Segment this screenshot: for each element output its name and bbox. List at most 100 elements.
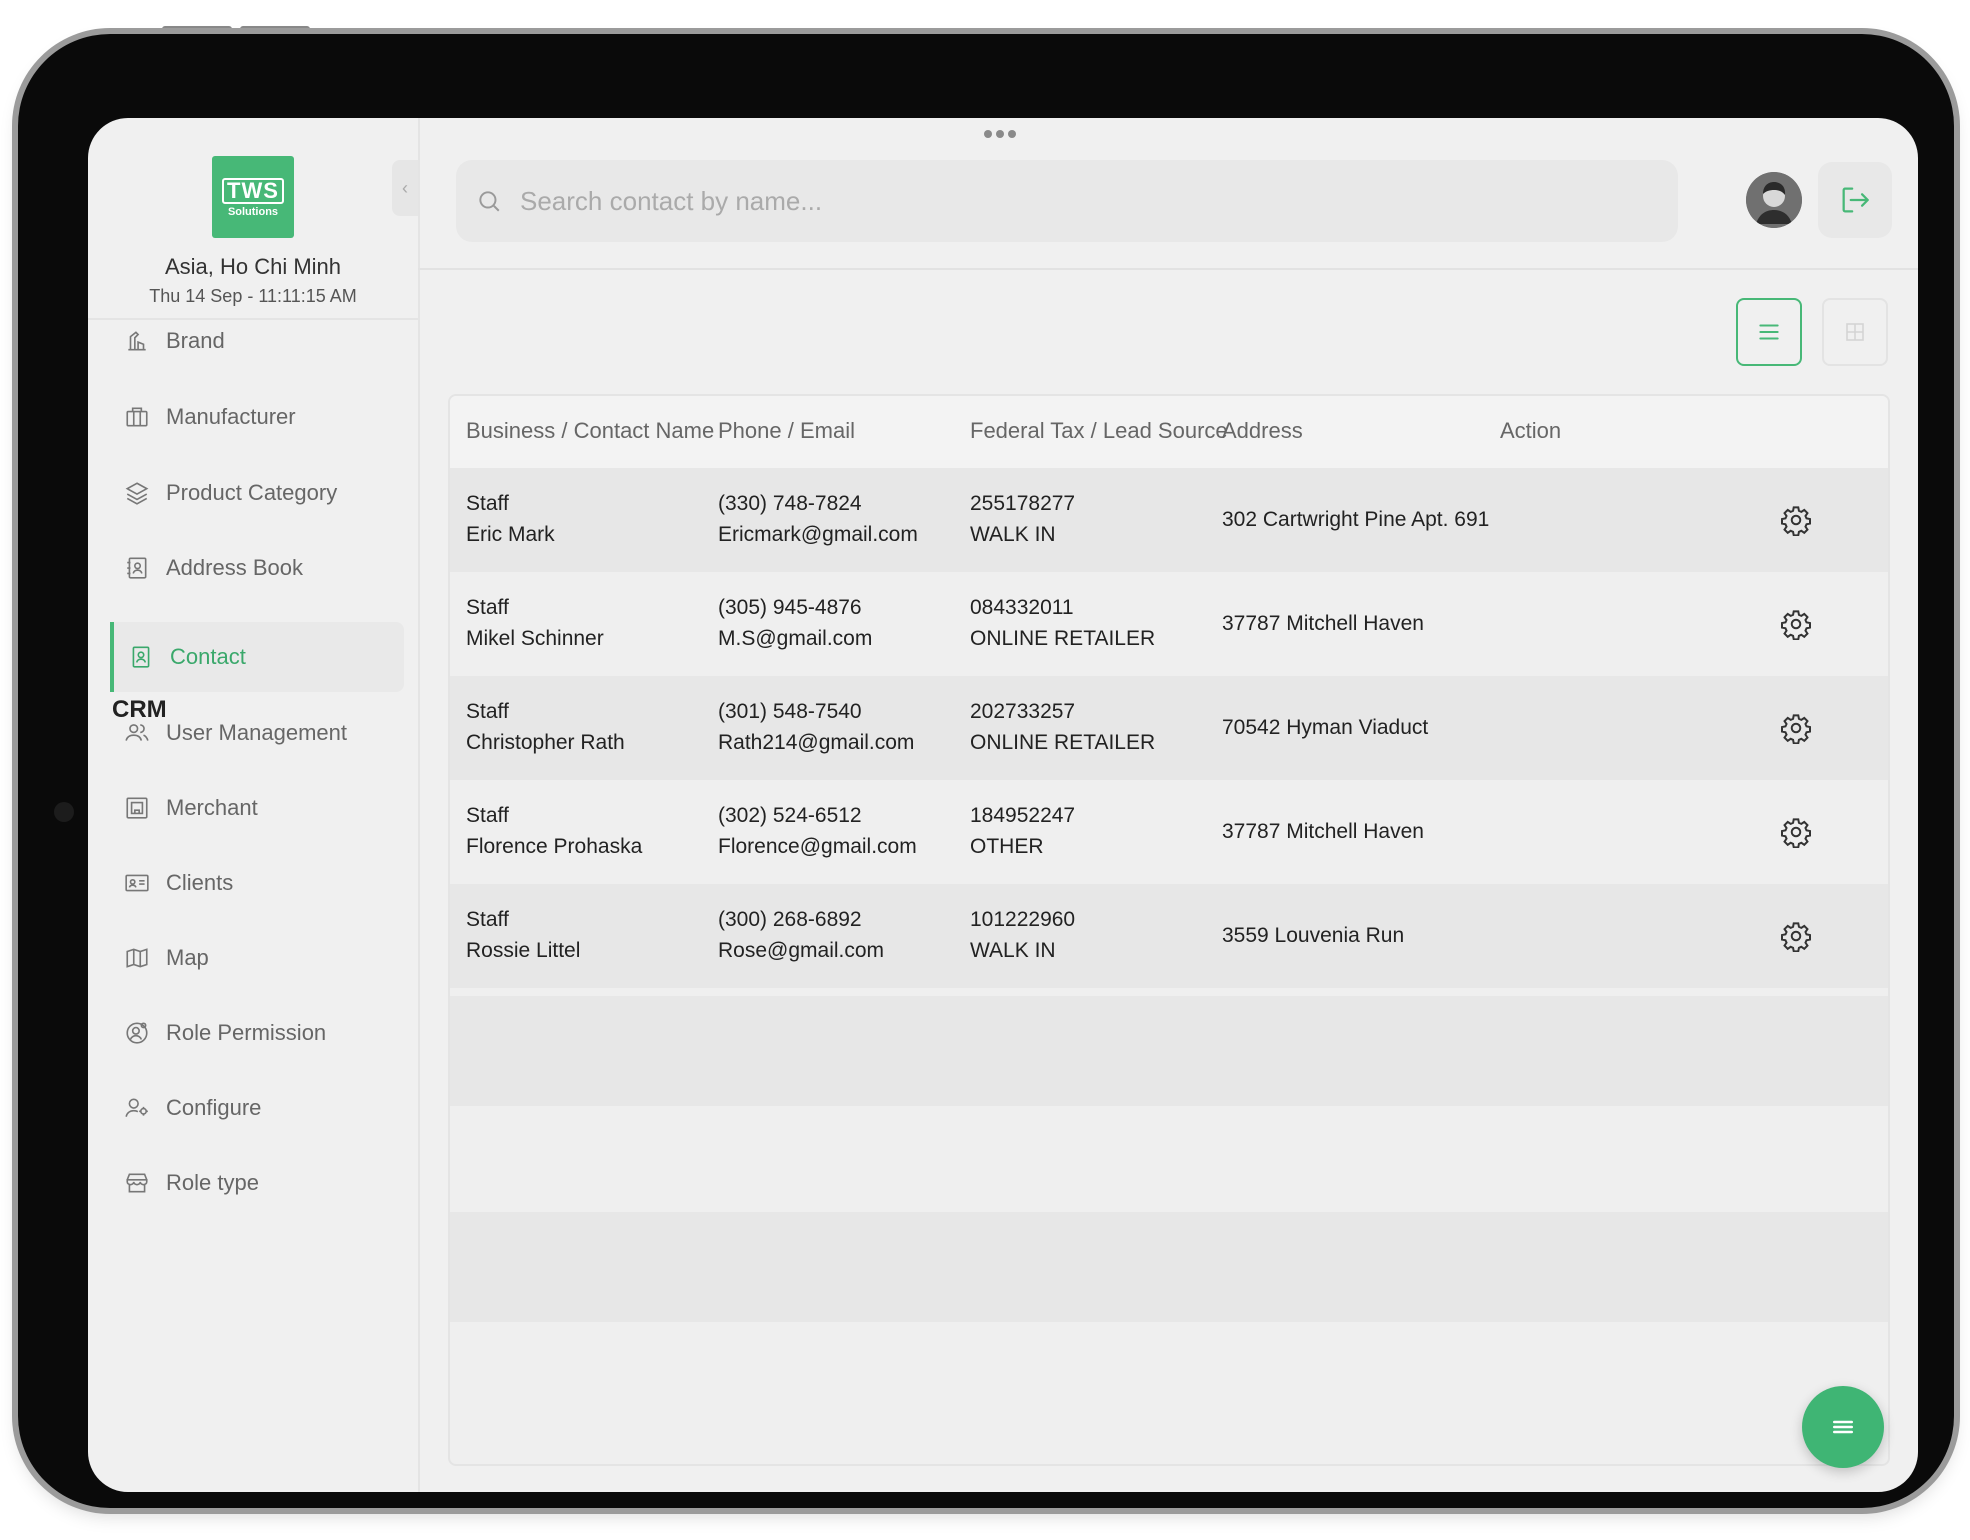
- table-row[interactable]: Staff Christopher Rath (301) 548-7540 Rath…: [450, 676, 1888, 780]
- tablet-frame: TWS Solutions Asia, Ho Chi Minh Thu 14 S…: [18, 34, 1954, 1508]
- lead-source: ONLINE RETAILER: [970, 627, 1156, 650]
- address: 70542 Hyman Viaduct: [1222, 716, 1429, 739]
- contacts-table: Business / Contact Name Phone / Email Fe…: [448, 394, 1890, 1466]
- sidebar-item-map[interactable]: Map: [110, 923, 400, 993]
- app-screen: TWS Solutions Asia, Ho Chi Minh Thu 14 S…: [88, 118, 1918, 1492]
- phone: (301) 548-7540: [718, 700, 862, 723]
- phone: (300) 268-6892: [718, 908, 862, 931]
- front-camera: [54, 802, 74, 822]
- lead-source: OTHER: [970, 835, 1044, 858]
- users-icon: [125, 724, 149, 741]
- location-label: Asia, Ho Chi Minh: [164, 254, 342, 279]
- email: Rose@gmail.com: [718, 939, 885, 962]
- business-type: Staff: [466, 596, 509, 619]
- header-phone-email: Phone / Email: [718, 418, 855, 443]
- address: 37787 Mitchell Haven: [1222, 820, 1424, 843]
- header-federal-tax-lead: Federal Tax / Lead Source: [970, 418, 1228, 443]
- phone: (302) 524-6512: [718, 804, 862, 827]
- address: 37787 Mitchell Haven: [1222, 612, 1424, 635]
- federal-tax: 184952247: [970, 804, 1076, 827]
- merchant-icon: [126, 797, 148, 819]
- list-view-button[interactable]: [1736, 298, 1802, 366]
- layers-icon: [125, 482, 149, 505]
- avatar-image: [1746, 172, 1802, 228]
- lead-source: ONLINE RETAILER: [970, 731, 1156, 754]
- federal-tax: 101222960: [970, 908, 1076, 931]
- email: Rath214@gmail.com: [718, 731, 915, 754]
- device-button-top-2: [240, 26, 310, 34]
- menu-fab-button[interactable]: [1802, 1386, 1884, 1468]
- sidebar-item-contact[interactable]: Contact: [110, 622, 404, 692]
- device-button-top-1: [162, 26, 232, 34]
- address: 302 Cartwright Pine Apt. 691: [1222, 508, 1490, 531]
- sidebar-item-role-type[interactable]: Role type: [110, 1148, 400, 1218]
- chevron-left-icon: ‹: [402, 178, 408, 198]
- lead-source: WALK IN: [970, 939, 1056, 962]
- phone: (330) 748-7824: [718, 492, 862, 515]
- table-row[interactable]: Staff Florence Prohaska (302) 524-6512 Flo…: [450, 780, 1888, 884]
- contact-name: Christopher Rath: [466, 731, 625, 754]
- grid-view-button[interactable]: [1822, 298, 1888, 366]
- sidebar-item-configure[interactable]: Configure: [110, 1073, 400, 1143]
- federal-tax: 202733257: [970, 700, 1076, 723]
- federal-tax: 255178277: [970, 492, 1076, 515]
- email: Ericmark@gmail.com: [718, 523, 918, 546]
- email: M.S@gmail.com: [718, 627, 873, 650]
- grid-icon: [1846, 323, 1864, 341]
- menu-icon: [1833, 1420, 1853, 1434]
- search-input[interactable]: [518, 184, 1622, 218]
- table-row[interactable]: Staff Mikel Schinner (305) 945-4876 M.S@gm…: [450, 572, 1888, 676]
- contact-icon: [132, 646, 150, 668]
- company-logo: TWS Solutions: [212, 156, 294, 238]
- email: Florence@gmail.com: [718, 835, 917, 858]
- contact-name: Rossie Littel: [466, 939, 581, 962]
- search-icon: [479, 191, 500, 212]
- id-card-icon: [125, 874, 149, 892]
- logout-icon: [1842, 187, 1869, 213]
- building-icon: [126, 407, 148, 427]
- header-action: Action: [1500, 418, 1562, 443]
- empty-row-band: [450, 1212, 1888, 1322]
- role-permission-icon: [126, 1022, 148, 1044]
- sidebar-item-manufacturer[interactable]: Manufacturer: [110, 382, 400, 452]
- phone: (305) 945-4876: [718, 596, 862, 619]
- contact-name: Florence Prohaska: [466, 835, 643, 858]
- sidebar-item-product-category[interactable]: Product Category: [110, 458, 400, 528]
- table-row[interactable]: Staff Eric Mark (330) 748-7824 Ericmark@gm…: [450, 468, 1888, 572]
- datetime-label: Thu 14 Sep - 11:11:15 AM: [149, 286, 357, 306]
- table-row[interactable]: Staff Rossie Littel (300) 268-6892 Rose@gm…: [450, 884, 1888, 988]
- header-business-contact: Business / Contact Name: [466, 418, 715, 443]
- sidebar-item-role-permission[interactable]: Role Permission: [110, 998, 400, 1068]
- sidebar-item-address-book[interactable]: Address Book: [110, 533, 400, 603]
- sidebar-item-brand[interactable]: Brand: [110, 306, 400, 376]
- business-type: Staff: [466, 908, 509, 931]
- avatar[interactable]: [1746, 172, 1802, 228]
- address-book-icon: [127, 557, 147, 579]
- sidebar-item-user-management[interactable]: User Management: [110, 698, 400, 768]
- federal-tax: 084332011: [970, 596, 1074, 619]
- header-address: Address: [1222, 418, 1303, 443]
- logout-button[interactable]: [1818, 162, 1892, 238]
- gear-icon[interactable]: [1780, 712, 1812, 744]
- contact-name: Eric Mark: [466, 523, 555, 546]
- brand-icon: [128, 331, 146, 351]
- gear-icon[interactable]: [1780, 608, 1812, 640]
- sidebar: TWS Solutions Asia, Ho Chi Minh Thu 14 S…: [88, 118, 420, 1492]
- sidebar-item-clients[interactable]: Clients: [110, 848, 400, 918]
- multitask-dots-icon[interactable]: [984, 130, 1016, 138]
- business-type: Staff: [466, 700, 509, 723]
- search-bar[interactable]: [456, 160, 1678, 242]
- business-type: Staff: [466, 804, 509, 827]
- contact-name: Mikel Schinner: [466, 627, 604, 650]
- lead-source: WALK IN: [970, 523, 1056, 546]
- store-icon: [126, 1173, 148, 1193]
- table-header: Business / Contact Name Phone / Email Fe…: [450, 396, 1888, 468]
- collapse-sidebar-button[interactable]: ‹: [392, 160, 418, 216]
- gear-icon[interactable]: [1780, 504, 1812, 536]
- gear-icon[interactable]: [1780, 920, 1812, 952]
- sidebar-item-merchant[interactable]: Merchant: [110, 773, 400, 843]
- gear-icon[interactable]: [1780, 816, 1812, 848]
- empty-row-band: [450, 996, 1888, 1106]
- business-type: Staff: [466, 492, 509, 515]
- list-icon: [1759, 324, 1779, 340]
